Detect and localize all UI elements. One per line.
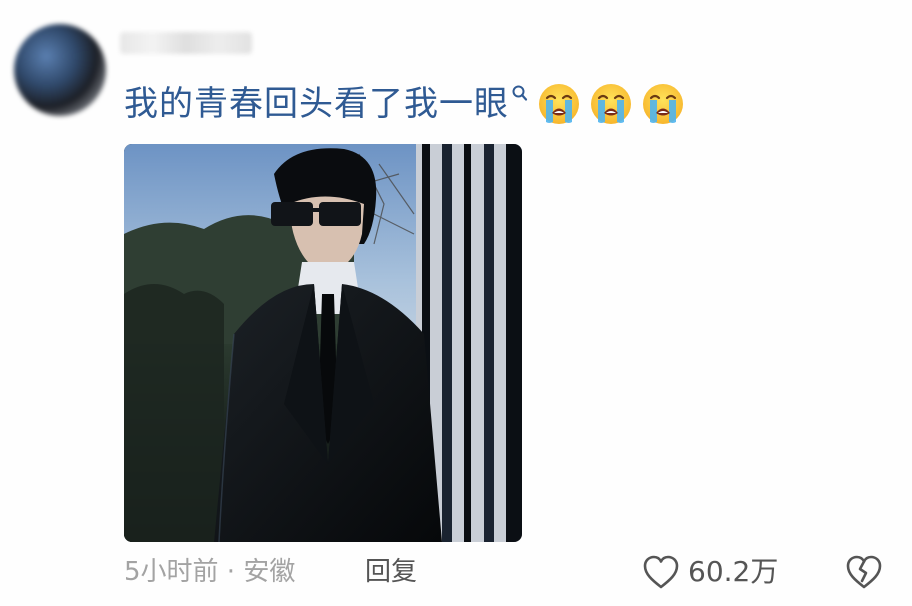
heart-icon[interactable]: [642, 554, 680, 590]
search-icon[interactable]: [511, 84, 529, 108]
comment-item: 我的青春回头看了我一眼 5小时前 · 安徽 回复 60.2万: [0, 0, 912, 606]
username-redacted[interactable]: [120, 32, 252, 54]
like-count: 60.2万: [688, 555, 779, 588]
crying-face-emoji: [539, 84, 579, 124]
like-button[interactable]: 60.2万: [642, 552, 778, 592]
reply-button[interactable]: 回复: [365, 555, 417, 589]
comment-text: 我的青春回头看了我一眼: [124, 84, 509, 124]
broken-heart-icon[interactable]: [844, 554, 884, 590]
comment-image[interactable]: [124, 144, 522, 542]
crying-face-emoji: [643, 84, 683, 124]
comment-content: 我的青春回头看了我一眼: [124, 80, 685, 128]
timestamp-location: 5小时前 · 安徽: [124, 557, 296, 587]
crying-face-emoji: [591, 84, 631, 124]
avatar[interactable]: [14, 24, 106, 116]
